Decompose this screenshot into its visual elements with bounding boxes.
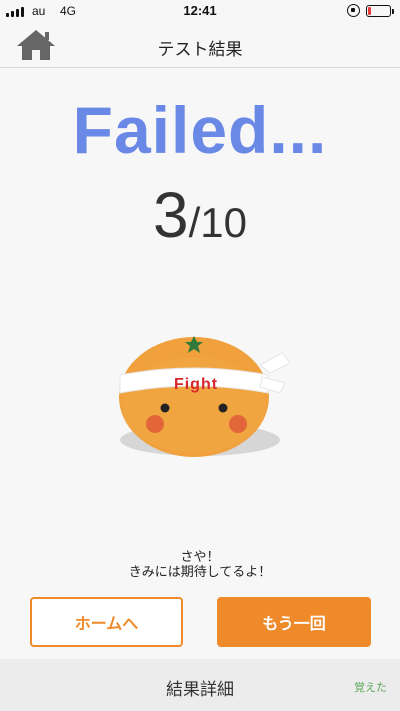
message-line-1: さや！ [180, 550, 220, 565]
status-time: 12:41 [183, 3, 217, 18]
page-title: テスト結果 [157, 40, 243, 60]
score-value: 3 [153, 179, 189, 251]
nav-bar: テスト結果 [0, 22, 400, 68]
score-slash: / [188, 199, 201, 246]
bottom-bar: 結果詳細 覚えた [0, 659, 400, 711]
retry-button[interactable]: もう一回 [217, 597, 371, 647]
orange-mascot: Fight [110, 325, 291, 460]
score-total: 10 [200, 199, 247, 246]
headband-text: Fight [174, 376, 218, 393]
orientation-lock-icon [347, 4, 360, 17]
learned-button[interactable]: 覚えた [354, 679, 387, 695]
result-detail-button[interactable]: 結果詳細 [0, 675, 400, 700]
home-button[interactable]: ホームへ [30, 597, 183, 647]
message-line-2: きみには期待してるよ！ [128, 565, 272, 580]
result-status: Failed... [72, 93, 328, 167]
battery-icon [366, 5, 394, 17]
status-bar: au 4G 12:41 [0, 0, 400, 22]
score-display: 3/10 [0, 178, 400, 252]
encouragement-message: さや！ きみには期待してるよ！ [0, 550, 400, 580]
